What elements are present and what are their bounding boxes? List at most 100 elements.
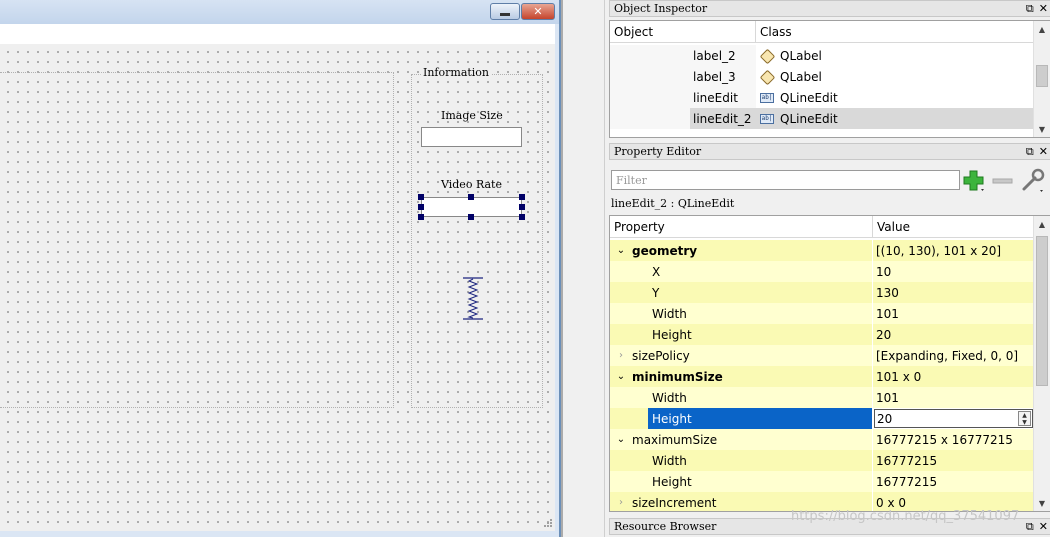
object-inspector-scrollbar[interactable]: ▲ ▼	[1033, 21, 1050, 137]
selection-handle-left[interactable]	[418, 204, 424, 210]
chevron-right-icon[interactable]: ›	[614, 350, 628, 361]
class-name: QLabel	[780, 69, 822, 84]
property-value[interactable]: 130	[873, 282, 1034, 303]
tree-row[interactable]: label_2 QLabel	[610, 45, 1034, 66]
tree-row[interactable]: lineEdit ab| QLineEdit	[610, 87, 1034, 108]
lineedit-icon: ab|	[760, 113, 774, 124]
column-header-property[interactable]: Property	[610, 216, 873, 238]
close-button[interactable]: ✕	[521, 3, 555, 20]
height-spinbox[interactable]: 20 ▲ ▼	[874, 409, 1033, 428]
column-header-class[interactable]: Class	[756, 21, 1034, 43]
property-name: geometry	[632, 243, 698, 258]
dock-close-icon[interactable]: ✕	[1039, 145, 1048, 159]
video-rate-label[interactable]: Video Rate	[441, 178, 502, 191]
class-cell: ab| QLineEdit	[760, 108, 838, 129]
form-title-bar[interactable]: ✕	[0, 0, 559, 24]
property-row[interactable]: X 10	[610, 261, 1034, 282]
object-name: lineEdit_2	[693, 111, 752, 126]
property-row[interactable]: ⌄ minimumSize 101 x 0	[610, 366, 1034, 387]
property-row[interactable]: Height 16777215	[610, 471, 1034, 492]
object-inspector-title: Object Inspector	[614, 2, 708, 15]
object-inspector-tree[interactable]: Object Class label_2 QLabel label_3 QLab…	[609, 20, 1050, 138]
chevron-down-icon[interactable]: ⌄	[614, 245, 628, 256]
property-row[interactable]: Y 130	[610, 282, 1034, 303]
add-dynamic-property-icon[interactable]	[961, 168, 987, 194]
property-editor-title: Property Editor	[614, 145, 702, 158]
property-value[interactable]: [Expanding, Fixed, 0, 0]	[873, 345, 1034, 366]
property-row[interactable]: ⌄ maximumSize 16777215 x 16777215	[610, 429, 1034, 450]
property-value[interactable]: 10	[873, 261, 1034, 282]
property-row-editing[interactable]: Height 20 ▲ ▼	[610, 408, 1034, 429]
property-value[interactable]: 101	[873, 387, 1034, 408]
configure-wrench-icon[interactable]	[1019, 166, 1047, 194]
spinbox-value: 20	[877, 411, 893, 426]
object-inspector-titlebar[interactable]: Object Inspector ⧉ ✕	[609, 0, 1050, 17]
property-name: X	[610, 261, 872, 282]
property-name: Width	[610, 303, 872, 324]
vertical-spacer-icon[interactable]	[462, 277, 484, 320]
property-name: Height	[652, 411, 692, 426]
property-table-scrollbar[interactable]: ▲ ▼	[1033, 216, 1050, 511]
property-name: maximumSize	[632, 432, 718, 447]
minimize-button[interactable]	[490, 3, 520, 20]
property-value[interactable]: 20	[873, 324, 1034, 345]
class-cell: ab| QLineEdit	[760, 87, 838, 108]
remove-property-icon[interactable]	[990, 168, 1016, 194]
selection-handle-bottom-left[interactable]	[418, 214, 424, 220]
property-row[interactable]: Height 20	[610, 324, 1034, 345]
property-row[interactable]: ⌄ geometry [(10, 130), 101 x 20]	[610, 240, 1034, 261]
selection-handle-top-left[interactable]	[418, 194, 424, 200]
selection-handle-right[interactable]	[519, 204, 525, 210]
chevron-down-icon[interactable]: ⌄	[614, 434, 628, 445]
property-editor-titlebar[interactable]: Property Editor ⧉ ✕	[609, 143, 1050, 160]
property-row[interactable]: Width 101	[610, 387, 1034, 408]
tree-row-selected[interactable]: lineEdit_2 ab| QLineEdit	[610, 108, 1034, 129]
tree-row[interactable]: label_3 QLabel	[610, 66, 1034, 87]
property-table[interactable]: Property Value ⌄ geometry [(10, 130), 101…	[609, 215, 1050, 512]
float-icon[interactable]: ⧉	[1026, 2, 1034, 16]
scroll-thumb[interactable]	[1036, 65, 1048, 87]
scroll-up-icon[interactable]: ▲	[1034, 216, 1050, 232]
column-header-object[interactable]: Object	[610, 21, 756, 43]
left-frame[interactable]	[0, 72, 394, 408]
property-row[interactable]: Width 16777215	[610, 450, 1034, 471]
scroll-up-icon[interactable]: ▲	[1034, 21, 1050, 37]
property-value[interactable]: 101 x 0	[873, 366, 1034, 387]
selection-handle-bottom-right[interactable]	[519, 214, 525, 220]
image-size-lineedit[interactable]	[421, 127, 522, 147]
property-row[interactable]: › sizePolicy [Expanding, Fixed, 0, 0]	[610, 345, 1034, 366]
property-value[interactable]: 16777215	[873, 450, 1034, 471]
selection-handle-top[interactable]	[468, 194, 474, 200]
property-filter-input[interactable]: Filter	[611, 170, 960, 190]
selection-handle-bottom[interactable]	[468, 214, 474, 220]
scroll-thumb[interactable]	[1036, 236, 1048, 386]
scroll-down-icon[interactable]: ▼	[1034, 495, 1050, 511]
information-groupbox[interactable]	[411, 74, 543, 408]
property-name: Height	[610, 324, 872, 345]
property-row[interactable]: Width 101	[610, 303, 1034, 324]
float-icon[interactable]: ⧉	[1026, 520, 1034, 534]
float-icon[interactable]: ⧉	[1026, 145, 1034, 159]
scroll-down-icon[interactable]: ▼	[1034, 121, 1050, 137]
minimize-icon	[500, 13, 510, 16]
dock-close-icon[interactable]: ✕	[1039, 2, 1048, 16]
chevron-down-icon[interactable]: ⌄	[614, 371, 628, 382]
class-name: QLineEdit	[780, 90, 838, 105]
property-value[interactable]: 16777215 x 16777215	[873, 429, 1034, 450]
property-name: sizeIncrement	[632, 495, 717, 510]
chevron-right-icon[interactable]: ›	[614, 497, 628, 508]
selection-handle-top-right[interactable]	[519, 194, 525, 200]
image-size-label[interactable]: Image Size	[441, 109, 503, 122]
property-value[interactable]: 16777215	[873, 471, 1034, 492]
property-value[interactable]: 101	[873, 303, 1034, 324]
spin-arrows-icon[interactable]: ▲ ▼	[1018, 411, 1031, 426]
dock-close-icon[interactable]: ✕	[1039, 520, 1048, 534]
property-value[interactable]: [(10, 130), 101 x 20]	[873, 240, 1034, 261]
resize-grip-icon[interactable]	[541, 516, 553, 528]
column-header-value[interactable]: Value	[873, 216, 1034, 238]
property-name: Y	[610, 282, 872, 303]
lineedit-icon: ab|	[760, 92, 774, 103]
form-header-strip	[0, 24, 555, 44]
object-name: lineEdit	[693, 90, 738, 105]
form-designer-area: ✕ Information Image Size Video Rate	[0, 0, 563, 537]
